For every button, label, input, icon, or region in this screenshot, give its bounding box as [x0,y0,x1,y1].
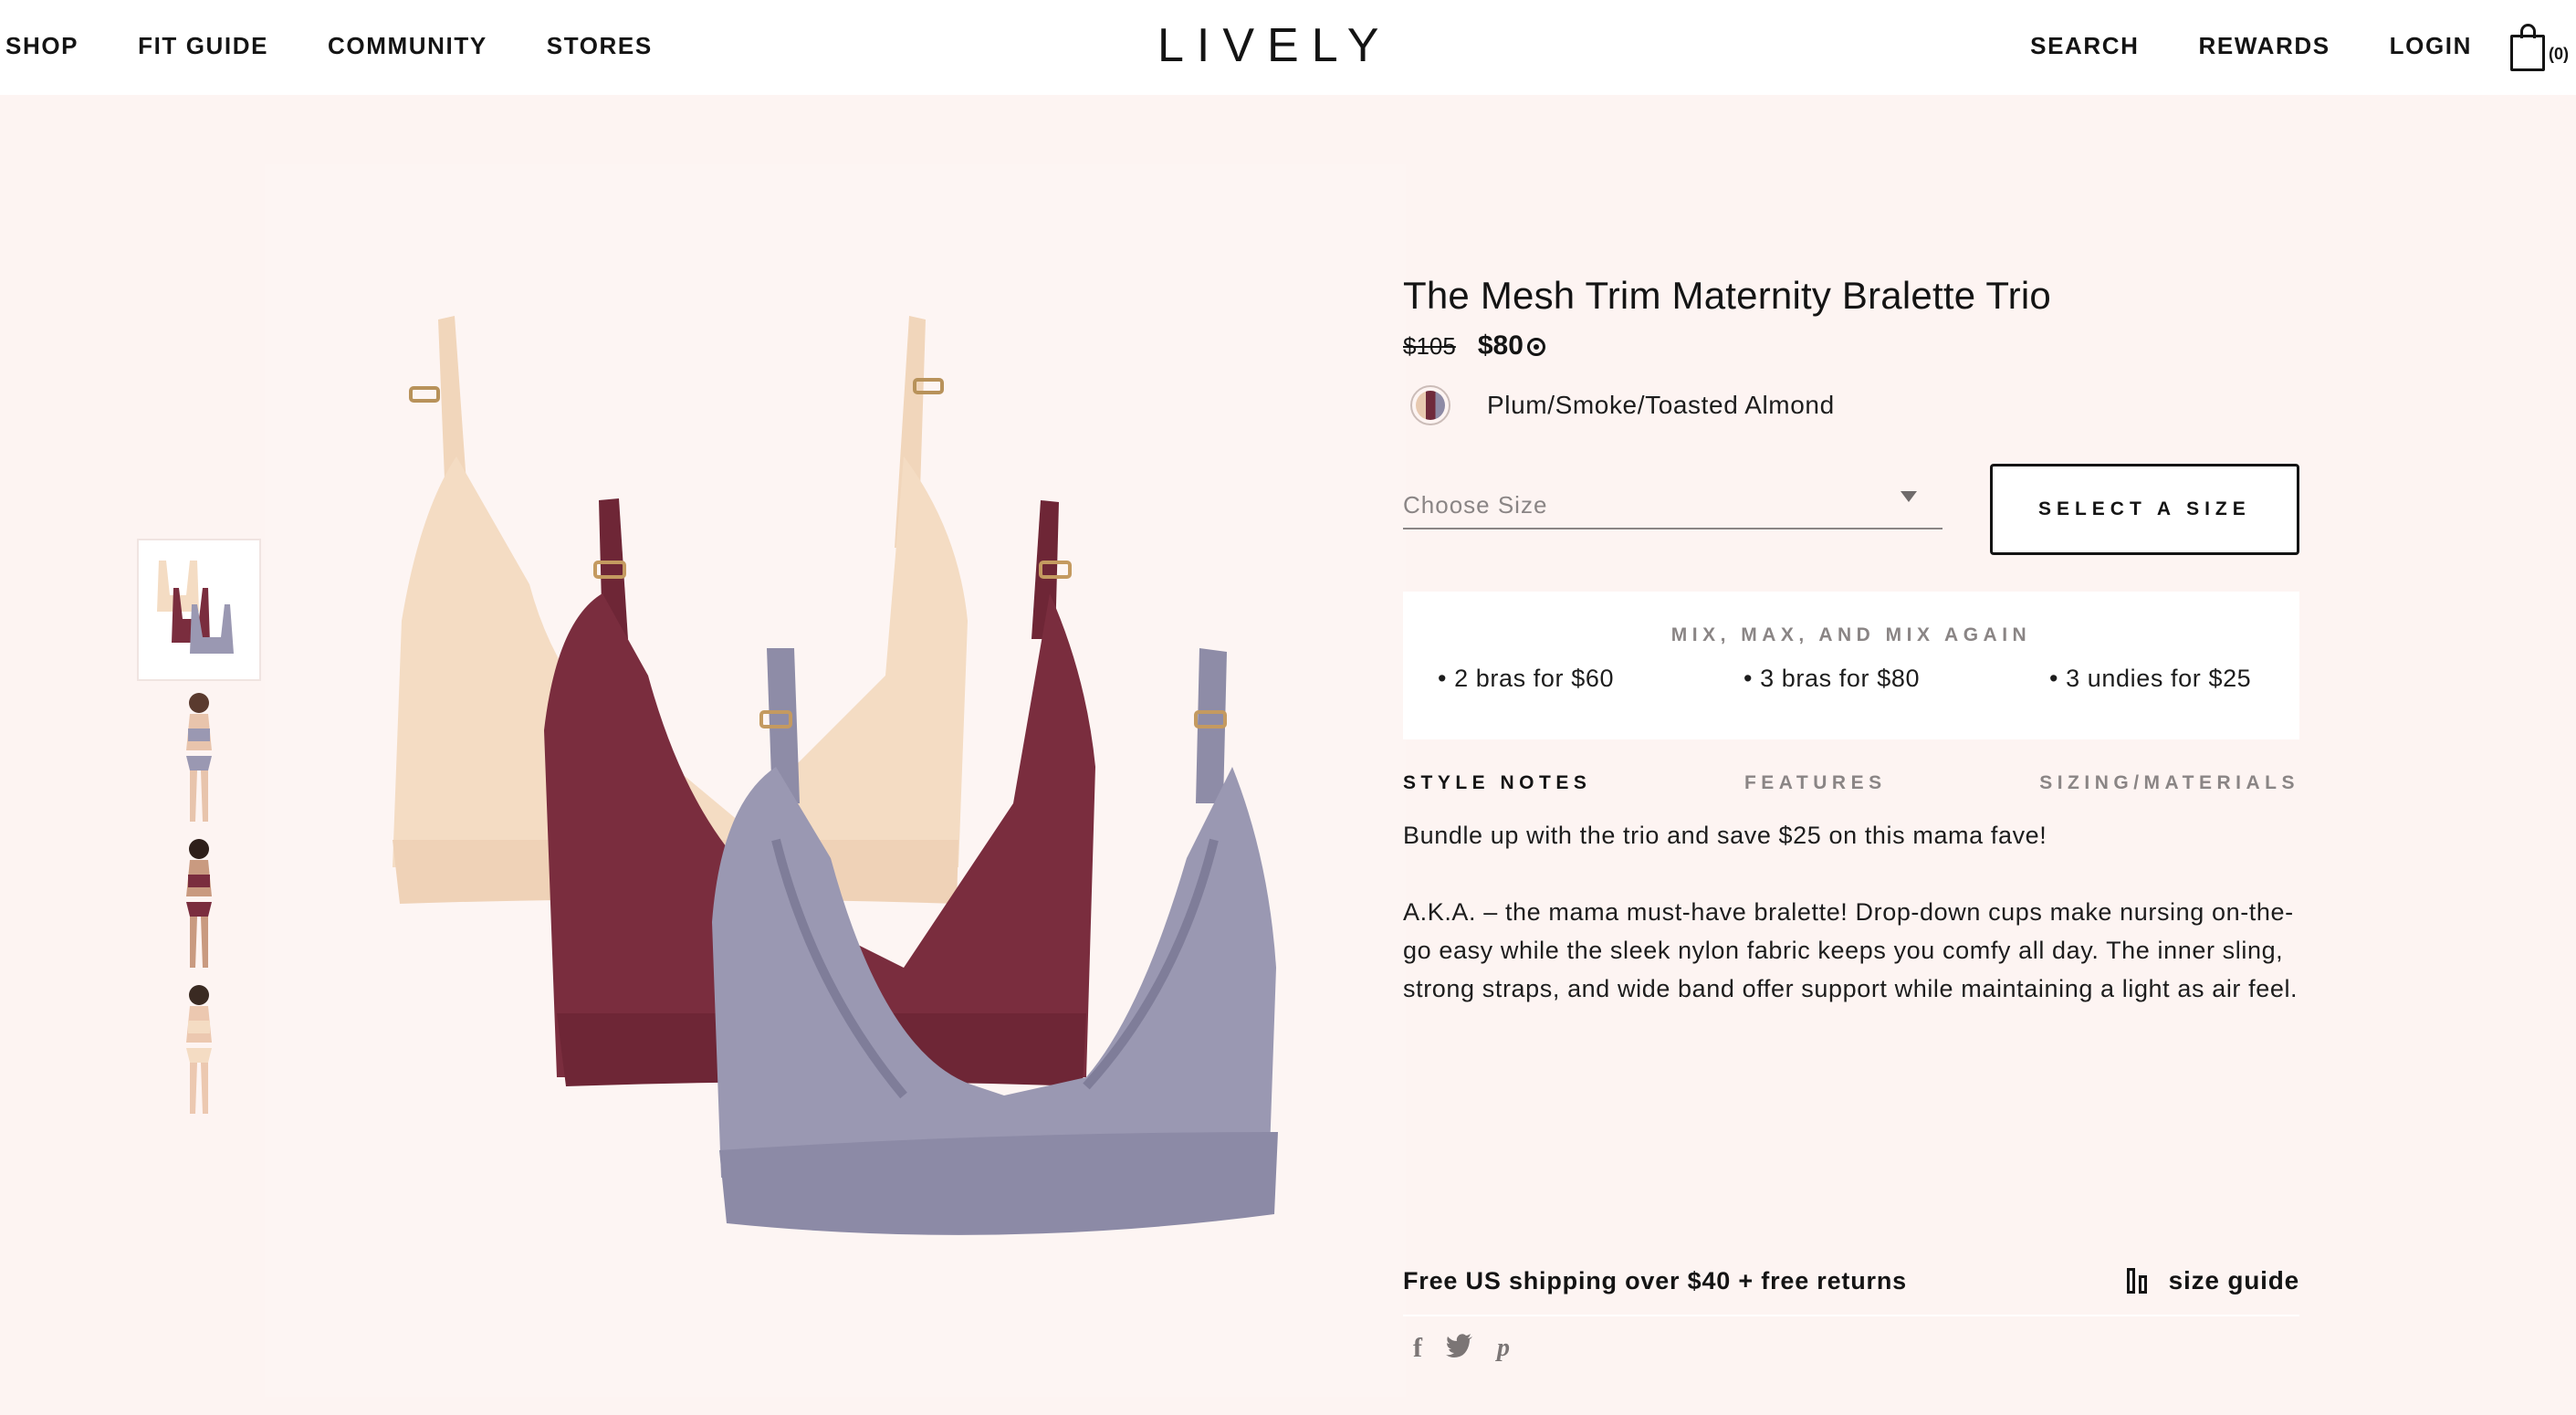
product-info: The Mesh Trim Maternity Bralette Trio $1… [1403,274,2299,1008]
product-title: The Mesh Trim Maternity Bralette Trio [1403,274,2051,317]
thumbnail-model-almond[interactable] [137,977,261,1119]
nav-fit-guide[interactable]: FIT GUIDE [138,32,268,60]
utility-nav: SEARCH REWARDS LOGIN (0) [1971,0,2576,91]
thumbnail-model-plum[interactable] [137,831,261,973]
price-row: $105 $80 [1403,330,2299,362]
description-paragraph: A.K.A. – the mama must-have bralette! Dr… [1403,898,2299,1002]
twitter-icon[interactable] [1446,1333,1473,1364]
facebook-icon[interactable]: f [1413,1333,1422,1364]
tab-style-notes[interactable]: STYLE NOTES [1403,772,1591,794]
clock-icon [1526,338,1545,356]
original-price: $105 [1403,331,1456,360]
site-header: SHOP FIT GUIDE COMMUNITY STORES LIVELY S… [0,0,2576,95]
promo-items: 2 bras for $60 3 bras for $80 3 undies f… [1403,665,2299,693]
select-size-button[interactable]: SELECT A SIZE [1989,464,2299,555]
bundle-promo: MIX, MAX, AND MIX AGAIN 2 bras for $60 3… [1403,592,2299,739]
caret-down-icon [1900,491,1917,502]
ruler-icon [2126,1268,2149,1294]
nav-rewards[interactable]: REWARDS [2199,32,2330,60]
social-share: f p [1413,1333,1534,1364]
product-description: Bundle up with the trio and save $25 on … [1403,816,2299,1008]
thumbnail-list [137,539,261,1123]
shipping-info: Free US shipping over $40 + free returns [1403,1266,1907,1294]
shopping-bag-icon [2510,24,2545,71]
description-paragraph: Bundle up with the trio and save $25 on … [1403,822,2047,849]
promo-item: 3 bras for $80 [1744,665,2049,693]
size-dropdown-placeholder: Choose Size [1403,491,1548,519]
color-selector: Plum/Smoke/Toasted Almond [1403,385,2299,425]
promo-item: 2 bras for $60 [1438,665,1744,693]
nav-shop[interactable]: SHOP [5,32,79,60]
color-name: Plum/Smoke/Toasted Almond [1487,391,1835,419]
tab-features[interactable]: FEATURES [1744,772,1887,794]
nav-login[interactable]: LOGIN [2390,32,2472,60]
nav-community[interactable]: COMMUNITY [328,32,487,60]
product-main-image[interactable] [265,164,1406,1397]
promo-item: 3 undies for $25 [2049,665,2251,693]
nav-search[interactable]: SEARCH [2030,32,2139,60]
product-tabs: STYLE NOTES FEATURES SIZING/MATERIALS [1403,772,2299,794]
promo-title: MIX, MAX, AND MIX AGAIN [1670,624,2032,645]
cart-count: (0) [2549,45,2569,63]
shipping-row: Free US shipping over $40 + free returns… [1403,1247,2299,1316]
size-row: Choose Size SELECT A SIZE [1403,464,2299,555]
nav-stores[interactable]: STORES [547,32,653,60]
primary-nav: SHOP FIT GUIDE COMMUNITY STORES [5,0,712,91]
thumbnail-product-trio[interactable] [137,539,261,681]
color-swatch[interactable] [1410,385,1450,425]
brand-logo[interactable]: LIVELY [1157,18,1391,73]
pinterest-icon[interactable]: p [1497,1334,1510,1363]
cart-button[interactable]: (0) [2510,20,2569,71]
size-guide-link[interactable]: size guide [2126,1266,2299,1295]
thumbnail-model-smoke[interactable] [137,685,261,827]
tab-sizing-materials[interactable]: SIZING/MATERIALS [2039,772,2299,794]
sale-price: $80 [1477,330,1524,361]
size-dropdown[interactable]: Choose Size [1403,466,1942,529]
size-guide-label: size guide [2168,1266,2299,1294]
